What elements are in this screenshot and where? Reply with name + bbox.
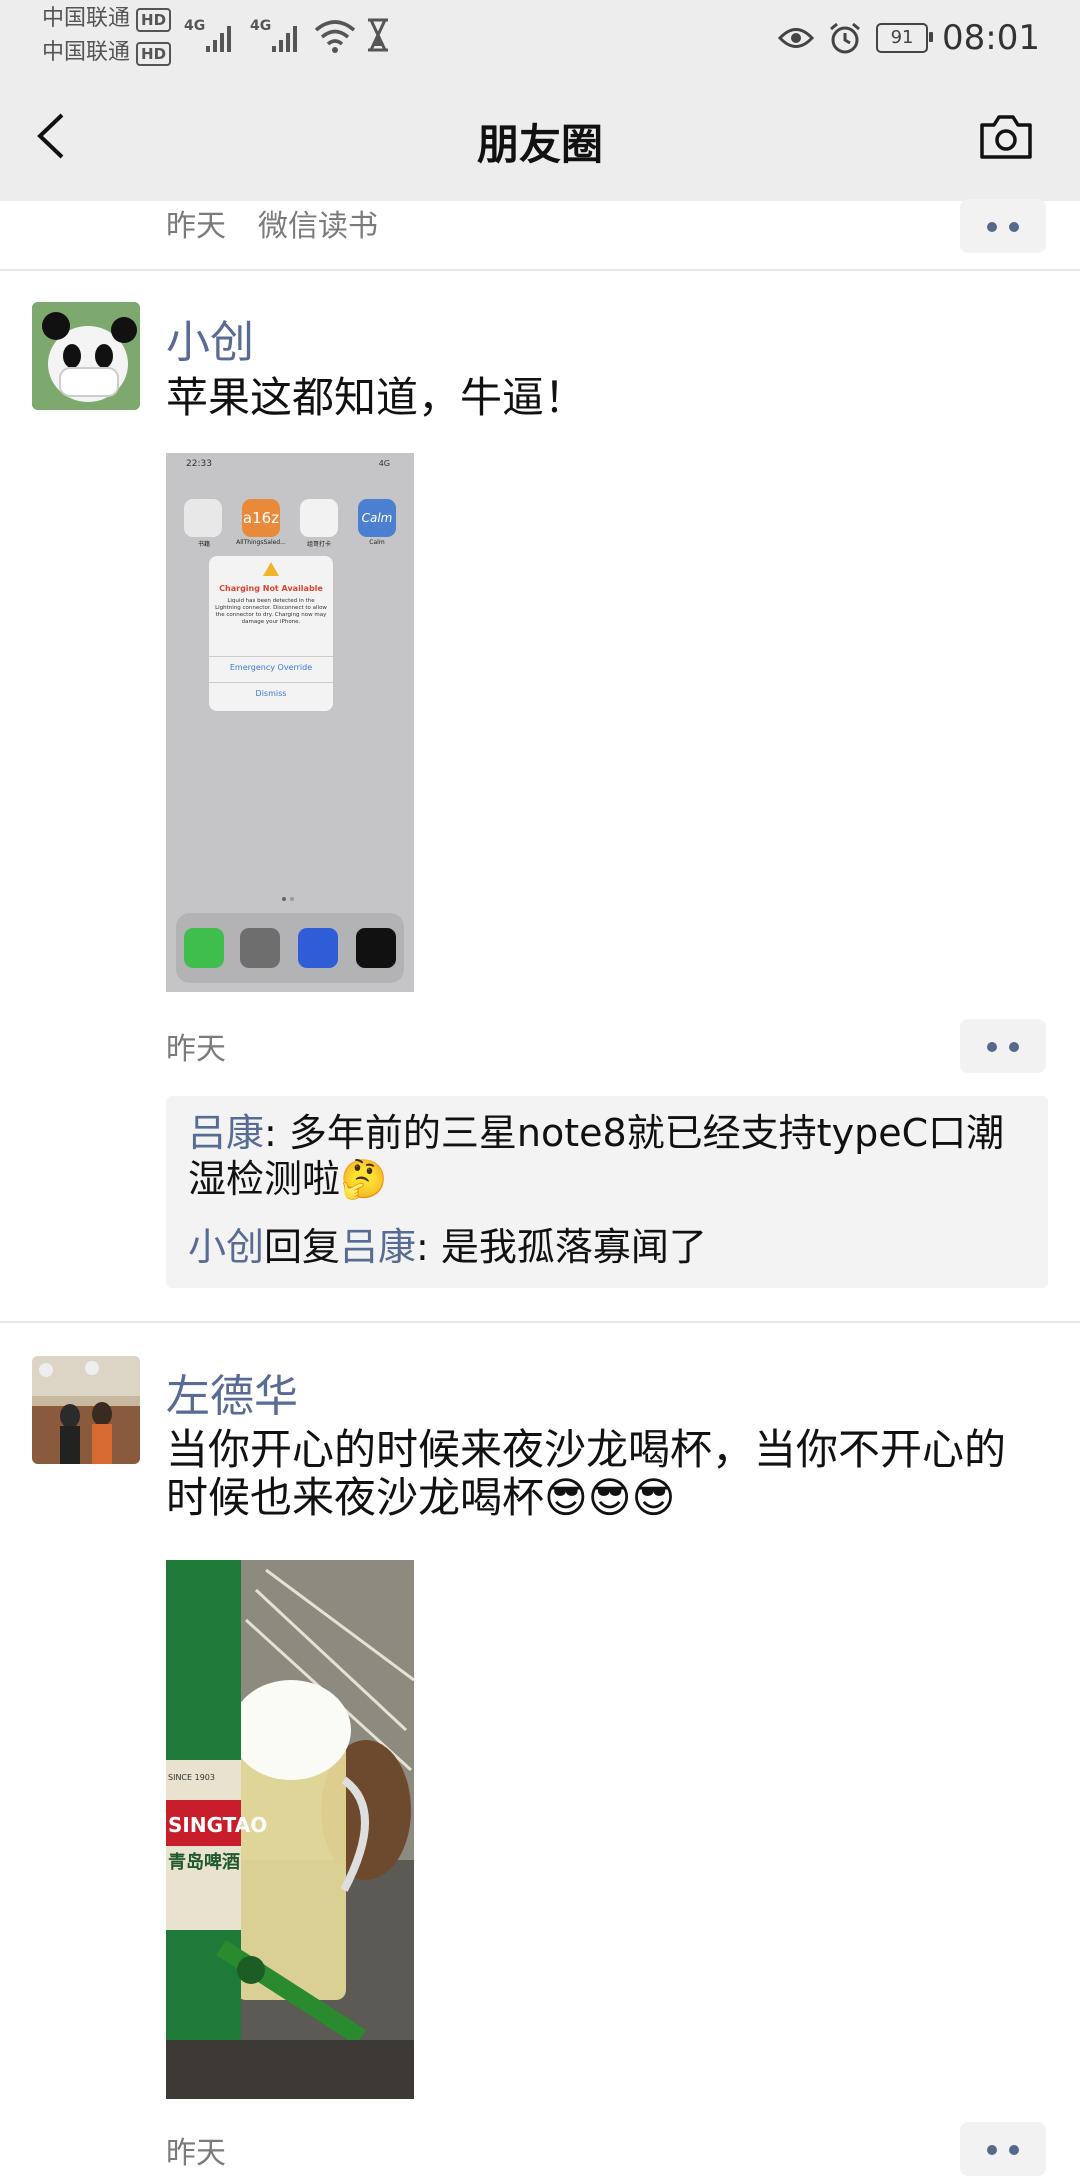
carrier-1: 中国联通 HD [42,4,172,34]
alert-button-dismiss: Dismiss [209,682,333,698]
author-name[interactable]: 小创 [166,306,254,370]
app-icon-calm: Calm [358,499,396,537]
status-right: 91 08:01 [778,18,1040,58]
reply-label: 回复 [264,1225,341,1269]
camera-app-icon [240,928,280,968]
battery-icon: 91 [876,23,934,53]
comment-text: : 多年前的三星note8就已经支持typeC口潮湿检测啦🤔 [188,1111,1005,1201]
more-actions-button[interactable] [960,1019,1046,1073]
shot-time: 22:33 [186,459,212,469]
comment[interactable]: 吕康: 多年前的三星note8就已经支持typeC口潮湿检测啦🤔 [188,1110,1018,1202]
more-actions-button[interactable] [960,2122,1046,2176]
page-dot [290,897,294,901]
app-label: Calm [369,539,385,546]
post-text: 当你开心的时候来夜沙龙喝杯，当你不开心的时候也来夜沙龙喝杯😎😎😎 [166,1425,1007,1522]
alert-body: Liquid has been detected in the Lightnin… [215,598,327,625]
commenter-name[interactable]: 小创 [188,1225,264,1269]
bird-app-icon [298,928,338,968]
svg-text:4G: 4G [184,18,205,34]
phone-app-icon [184,928,224,968]
bottle-since: SINCE 1903 [168,1773,215,1782]
camera-icon[interactable] [978,113,1034,161]
status-bar: 中国联通 HD 中国联通 HD 4G 4G 91 08:01 [0,0,1080,75]
eye-comfort-icon [778,28,815,48]
reply-target-name[interactable]: 吕康 [340,1225,416,1269]
clock: 08:01 [942,18,1040,58]
comment[interactable]: 小创回复吕康: 是我孤落寡闻了 [188,1224,1018,1270]
wifi-icon [314,20,356,53]
panda-avatar-image [32,302,140,410]
beer-photo: SINGTAO SINCE 1903 青岛啤酒 [166,1560,414,2099]
app-label: 组哥打卡 [306,541,331,548]
post-time: 昨天 [166,1032,226,1067]
app-icon-a16z: a16z [242,499,280,537]
comment-text: : 是我孤落寡闻了 [416,1225,707,1269]
bottle-brand: SINGTAO [168,1813,267,1837]
post-image-beer[interactable]: SINGTAO SINCE 1903 青岛啤酒 [166,1560,414,2099]
post-time: 昨天 [166,2136,226,2171]
cellular-signal-icon-2: 4G [250,18,297,52]
comments-box: 吕康: 多年前的三星note8就已经支持typeC口潮湿检测啦🤔 小创回复吕康:… [166,1096,1048,1288]
cellular-signal-icon: 4G [184,18,231,52]
avatar[interactable] [32,1356,140,1464]
bottle-cn-name: 青岛啤酒 [168,1851,240,1873]
author-name[interactable]: 左德华 [166,1360,298,1424]
warning-icon [263,562,279,576]
more-actions-button[interactable] [960,199,1046,253]
app-icon-clockin [300,499,338,537]
alert-dialog: Charging Not Available Liquid has been d… [209,556,333,711]
nav-bar: 朋友圈 [0,75,1080,201]
alarm-icon [830,22,860,54]
couple-photo-avatar [32,1356,140,1464]
post-image-phone-screenshot[interactable]: 22:33 4G a16z Calm 书籍 AllThingsSaled... … [166,453,414,992]
post-time: 昨天 [166,209,226,244]
post-text: 苹果这都知道，牛逼！ [166,373,587,422]
post-0-tail: 昨天 微信读书 [0,199,1080,271]
clock-app-icon [356,928,396,968]
app-label: 书籍 [197,541,210,548]
shot-net: 4G [378,459,390,468]
svg-text:4G: 4G [250,18,271,34]
page-dot [282,897,286,901]
alert-button-override: Emergency Override [209,656,333,672]
carrier-2: 中国联通 HD [42,38,172,68]
commenter-name[interactable]: 吕康 [188,1111,264,1155]
app-label: AllThingsSaled... [236,539,286,546]
dock [176,913,404,983]
page-title: 朋友圈 [476,120,603,169]
app-icon-books [184,499,222,537]
avatar[interactable] [32,302,140,410]
post-divider [0,1321,1080,1323]
alert-title: Charging Not Available [219,584,323,593]
post-source[interactable]: 微信读书 [258,201,378,245]
hourglass-icon [368,18,388,52]
